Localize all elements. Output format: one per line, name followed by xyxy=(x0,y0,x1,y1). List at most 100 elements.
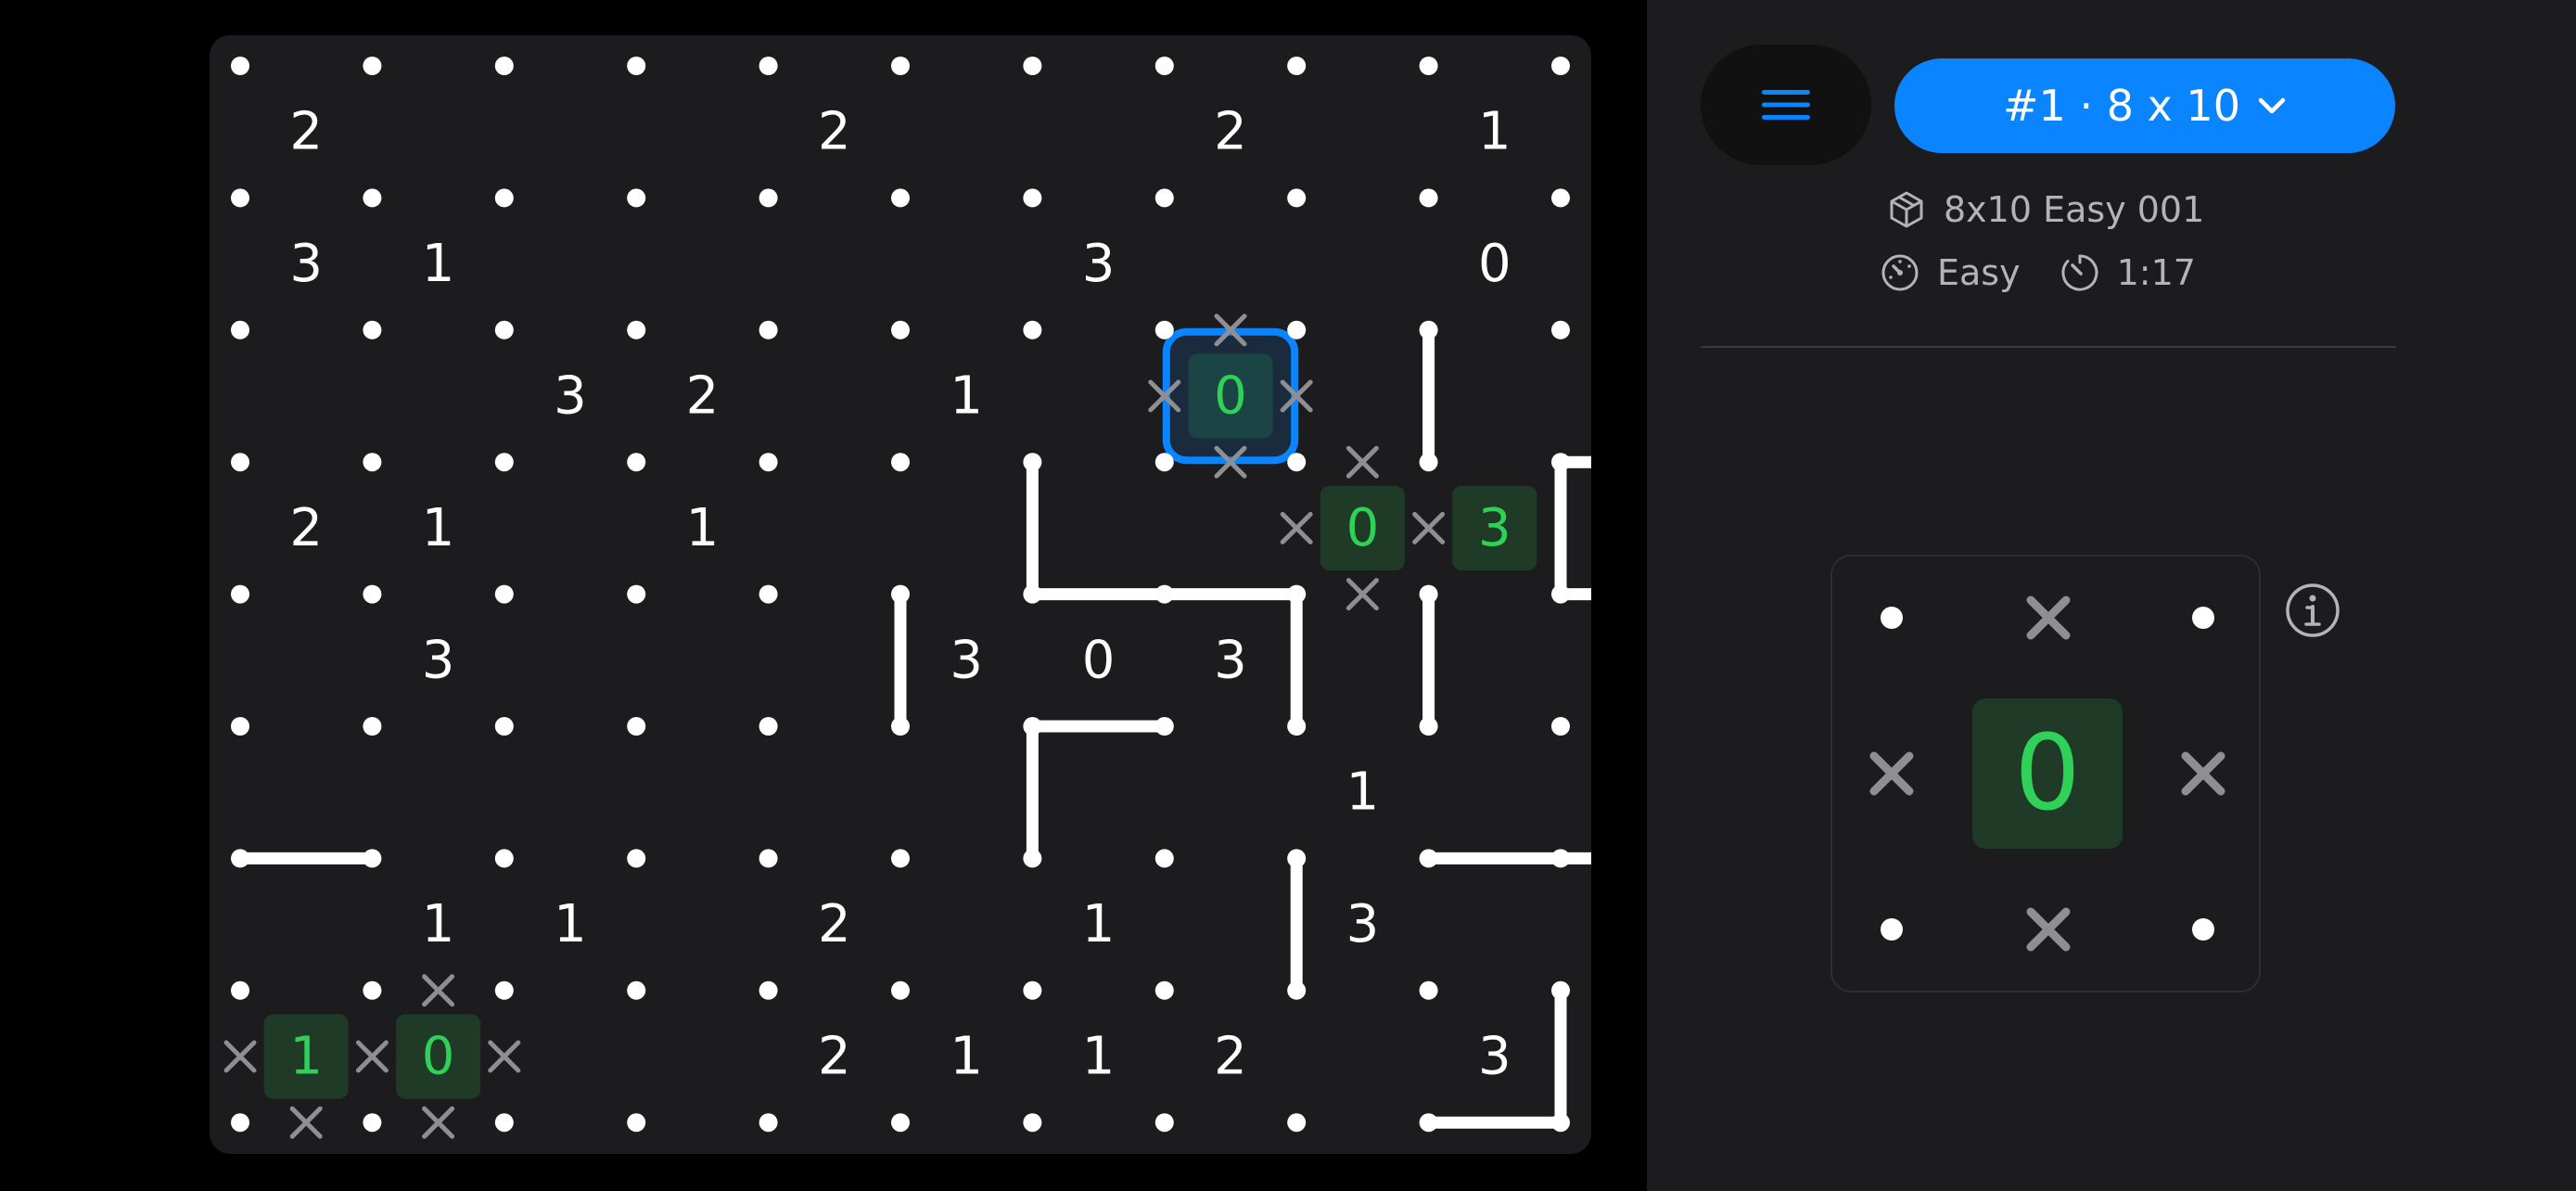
clue-number[interactable]: 1 xyxy=(422,498,455,558)
detail-dot xyxy=(1881,918,1903,941)
info-button[interactable] xyxy=(2285,583,2340,638)
grid-dot xyxy=(1154,188,1174,208)
clue-number[interactable]: 2 xyxy=(686,366,720,427)
grid-dot xyxy=(1154,320,1174,339)
grid-dot xyxy=(1154,57,1174,75)
clue-number[interactable]: 3 xyxy=(1082,234,1116,294)
clue-number[interactable]: 3 xyxy=(1214,630,1247,690)
clue-number[interactable]: 3 xyxy=(1478,498,1511,558)
cross-mark[interactable] xyxy=(422,1106,455,1139)
grid-dot xyxy=(231,188,249,208)
cross-mark[interactable] xyxy=(488,1040,521,1073)
grid-dot xyxy=(1287,1113,1307,1133)
grid-dot xyxy=(231,320,249,339)
grid-dot xyxy=(494,980,514,1000)
grid-dot xyxy=(759,980,778,1000)
cross-mark[interactable] xyxy=(355,1040,389,1073)
detail-dot xyxy=(2192,607,2214,629)
clue-number[interactable]: 2 xyxy=(818,1027,851,1087)
grid-dot xyxy=(1287,980,1307,1000)
grid-dot xyxy=(759,717,778,736)
clue-number[interactable]: 1 xyxy=(1082,894,1116,954)
grid-dot xyxy=(759,584,778,604)
grid-dot xyxy=(891,320,910,339)
clue-number[interactable]: 3 xyxy=(422,630,455,690)
game-board[interactable]: 2 2 2 1 3 1 3 0 3 2 1 0 2 1 1 0 3 3 3 0 3 1 1 1 2 1 3 1 0 2 1 1 2 3 xyxy=(210,35,1591,1154)
puzzle-name-row: 8x10 Easy 001 xyxy=(1886,189,2204,230)
cross-mark[interactable] xyxy=(1280,511,1313,544)
grid-dot xyxy=(1154,453,1174,472)
grid-dot xyxy=(1023,980,1042,1000)
grid-dot xyxy=(1287,57,1307,75)
grid-dot xyxy=(1154,1113,1174,1133)
puzzle-selector-button[interactable]: #1 · 8 x 10 xyxy=(1894,58,2395,153)
clue-number[interactable]: 1 xyxy=(686,498,720,558)
clue-number[interactable]: 3 xyxy=(950,630,983,690)
clue-number[interactable]: 1 xyxy=(422,234,455,294)
sidebar-divider xyxy=(1701,346,2396,348)
grid-dot xyxy=(1419,980,1438,1000)
grid-dot xyxy=(1154,584,1174,604)
clue-number[interactable]: 1 xyxy=(950,366,983,427)
grid-dot xyxy=(891,717,910,736)
grid-dot xyxy=(231,717,249,736)
grid-dot xyxy=(494,188,514,208)
cross-mark[interactable] xyxy=(1345,578,1379,611)
timer-icon xyxy=(2061,254,2098,291)
grid-dot xyxy=(363,849,382,868)
grid-dot xyxy=(1419,453,1438,472)
clue-number[interactable]: 2 xyxy=(1214,1027,1247,1087)
grid-dot xyxy=(1419,849,1438,868)
cross-mark[interactable] xyxy=(422,974,455,1007)
grid-dot xyxy=(627,188,646,208)
clue-number[interactable]: 1 xyxy=(289,1027,323,1087)
grid-dot xyxy=(494,1113,514,1133)
grid-dot xyxy=(231,980,249,1000)
cross-mark[interactable] xyxy=(289,1106,323,1139)
clue-number[interactable]: 1 xyxy=(422,894,455,954)
hamburger-icon xyxy=(1762,90,1810,120)
clue-number[interactable]: 2 xyxy=(289,102,323,162)
clue-number[interactable]: 2 xyxy=(289,498,323,558)
grid-dot xyxy=(363,717,382,736)
board-grid[interactable]: 2 2 2 1 3 1 3 0 3 2 1 0 2 1 1 0 3 3 3 0 3 1 1 1 2 1 3 1 0 2 1 1 2 3 xyxy=(210,35,1591,1154)
clue-number[interactable]: 3 xyxy=(1346,894,1380,954)
clue-number[interactable]: 1 xyxy=(1082,1027,1116,1087)
grid-dot xyxy=(1287,849,1307,868)
menu-button[interactable] xyxy=(1701,45,1871,165)
grid-dot xyxy=(891,1113,910,1133)
grid-dot xyxy=(759,57,778,75)
clue-number[interactable]: 1 xyxy=(554,894,587,954)
clue-number[interactable]: 3 xyxy=(1478,1027,1511,1087)
clue-number[interactable]: 0 xyxy=(1478,234,1511,294)
clue-number[interactable]: 0 xyxy=(1346,498,1380,558)
detail-cell-value: 0 xyxy=(2014,713,2080,834)
clue-number[interactable]: 3 xyxy=(289,234,323,294)
grid-dot xyxy=(1551,1113,1570,1133)
grid-dot xyxy=(363,188,382,208)
grid-dot xyxy=(627,980,646,1000)
cell-detail-diagram: 0 xyxy=(1869,596,2225,952)
clue-number[interactable]: 0 xyxy=(422,1027,455,1087)
grid-dot xyxy=(1287,717,1307,736)
grid-dot xyxy=(494,453,514,472)
clue-number[interactable]: 1 xyxy=(1478,102,1511,162)
cross-mark[interactable] xyxy=(1412,511,1446,544)
grid-dot xyxy=(759,320,778,339)
clue-number[interactable]: 3 xyxy=(554,366,587,427)
cross-mark[interactable] xyxy=(1345,445,1379,479)
grid-dot xyxy=(891,453,910,472)
grid-dot xyxy=(1023,1113,1042,1133)
cross-mark[interactable] xyxy=(223,1040,257,1073)
clue-number[interactable]: 0 xyxy=(1214,366,1247,427)
clue-number[interactable]: 2 xyxy=(1214,102,1247,162)
grid-dot xyxy=(494,57,514,75)
clue-number[interactable]: 2 xyxy=(818,894,851,954)
clue-number[interactable]: 0 xyxy=(1082,630,1116,690)
clue-number[interactable]: 1 xyxy=(1346,762,1380,823)
clue-number[interactable]: 1 xyxy=(950,1027,983,1087)
clue-number[interactable]: 2 xyxy=(818,102,851,162)
puzzle-name: 8x10 Easy 001 xyxy=(1944,189,2205,230)
grid-dot xyxy=(1419,57,1438,75)
chevron-down-icon xyxy=(2258,97,2286,114)
